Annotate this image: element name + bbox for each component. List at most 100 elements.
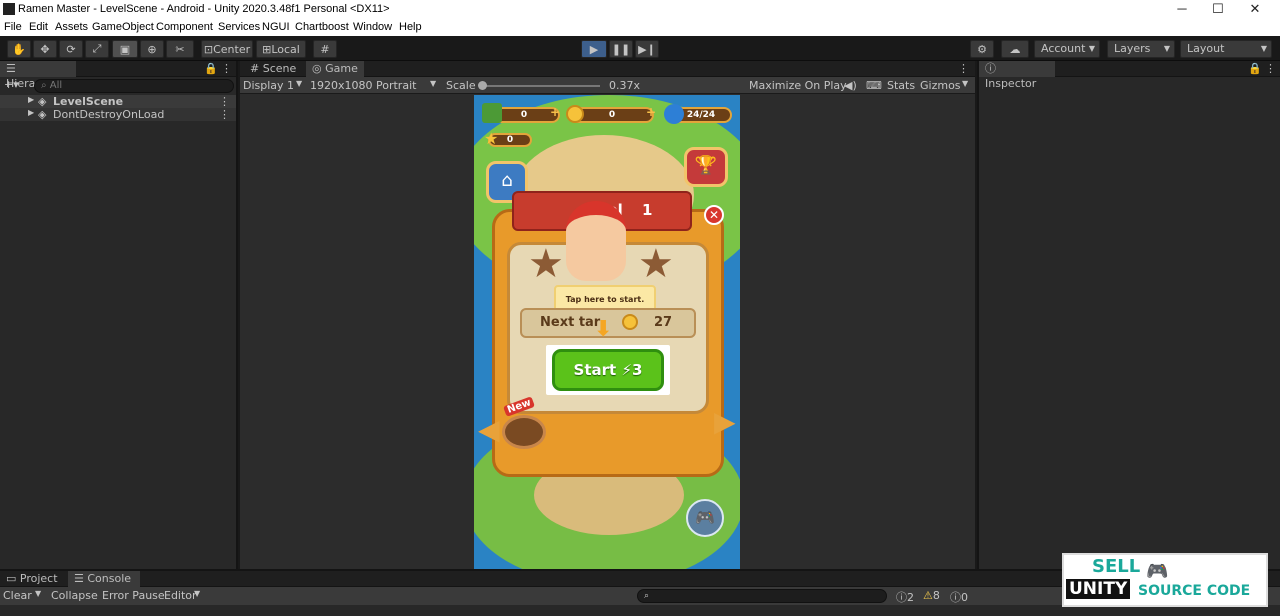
- tab-inspector[interactable]: ⓘ Inspector: [979, 61, 1055, 90]
- energy-value: 24/24: [686, 110, 716, 120]
- cloud-icon[interactable]: ☁: [1001, 40, 1029, 58]
- minimize-icon[interactable]: ─: [1172, 1, 1192, 16]
- hand-tool-icon[interactable]: ✋: [7, 40, 31, 58]
- tab-console[interactable]: ☰ Console: [68, 571, 140, 587]
- menu-component[interactable]: Component: [156, 21, 213, 33]
- arrow-left-icon[interactable]: ◀: [478, 413, 500, 446]
- menu-window[interactable]: Window: [353, 21, 392, 33]
- move-tool-icon[interactable]: ✥: [33, 40, 57, 58]
- pivot-center-button[interactable]: ⊡ Center: [201, 40, 253, 58]
- layout-dropdown[interactable]: Layout ▼: [1180, 40, 1272, 58]
- more-menu-icon[interactable]: ⋮: [219, 95, 230, 108]
- warning-count[interactable]: ⚠8: [923, 589, 940, 602]
- rotate-tool-icon[interactable]: ⟳: [59, 40, 83, 58]
- close-popup-button[interactable]: ✕: [704, 205, 724, 225]
- start-button[interactable]: Start ⚡3: [552, 349, 664, 391]
- mute-audio-icon[interactable]: ◀): [844, 79, 857, 92]
- console-search-input[interactable]: ⌕: [637, 589, 887, 603]
- menu-services[interactable]: Services: [218, 21, 260, 33]
- clear-button[interactable]: Clear: [3, 589, 32, 602]
- grid-snap-icon[interactable]: #: [313, 40, 337, 58]
- tooltip-text: Tap here to start.: [565, 295, 645, 304]
- play-button[interactable]: ▶: [581, 40, 607, 58]
- target-coin-icon: [622, 314, 638, 330]
- layers-dropdown[interactable]: Layers ▼: [1107, 40, 1175, 58]
- error-count[interactable]: ⓘ0: [950, 589, 968, 605]
- maximize-on-play-toggle[interactable]: Maximize On Play: [749, 79, 847, 92]
- window-title: Ramen Master - LevelScene - Android - Un…: [18, 3, 390, 15]
- tab-game[interactable]: ◎ Game: [306, 61, 364, 77]
- tab-scene[interactable]: # Scene: [244, 61, 302, 77]
- hierarchy-item-levelscene[interactable]: ▶ ◈ LevelScene ⋮: [0, 95, 236, 108]
- game-viewport[interactable]: 0 + 0 + 24/24 0 ★ ⌂ 🏆 rel 1 ✕ ★ ★ Tap he…: [474, 95, 740, 569]
- new-dish-icon[interactable]: [502, 415, 546, 449]
- more-menu-icon[interactable]: ⋮: [958, 62, 969, 75]
- display-dropdown[interactable]: Display 1: [243, 79, 294, 92]
- pivot-center-label: Center: [213, 42, 251, 56]
- scale-slider-thumb[interactable]: [478, 81, 487, 90]
- scene-icon: ◈: [38, 95, 47, 108]
- lock-icon[interactable]: 🔒: [204, 62, 218, 75]
- hierarchy-search-input[interactable]: ⌕ All: [34, 79, 234, 93]
- add-icon[interactable]: +▾: [4, 78, 19, 91]
- account-dropdown[interactable]: Account ▼: [1034, 40, 1100, 58]
- more-menu-icon[interactable]: ⋮: [221, 62, 232, 75]
- maximize-icon[interactable]: ☐: [1208, 1, 1228, 17]
- stats-button[interactable]: Stats: [887, 79, 915, 92]
- error-pause-button[interactable]: Error Pause: [102, 589, 165, 602]
- keyboard-icon[interactable]: ⌨: [866, 79, 882, 92]
- chevron-down-icon: ▼: [194, 589, 201, 598]
- step-button[interactable]: ▶❙: [635, 40, 659, 58]
- expand-arrow-icon[interactable]: ▶: [28, 95, 34, 104]
- next-target-label: Next tar: [540, 315, 601, 330]
- gamepad-button[interactable]: 🎮: [686, 499, 724, 537]
- close-icon[interactable]: ✕: [1245, 1, 1265, 17]
- tab-project-label: Project: [19, 572, 58, 585]
- add-coin-icon[interactable]: +: [646, 105, 656, 119]
- unity-logo-icon: [3, 3, 15, 15]
- menu-gameobject[interactable]: GameObject: [92, 21, 154, 33]
- gamepad-icon: ◎: [312, 62, 322, 75]
- warning-icon: ⚠: [923, 589, 933, 602]
- collapse-button[interactable]: Collapse: [51, 589, 98, 602]
- watermark-sell: SELL: [1092, 556, 1141, 577]
- collab-icon[interactable]: ⚙: [970, 40, 994, 58]
- search-icon: ⌕: [644, 591, 650, 601]
- editor-dropdown[interactable]: Editor: [164, 589, 197, 602]
- menu-file[interactable]: File: [4, 21, 22, 33]
- transform-tool-icon[interactable]: ⊕: [140, 40, 164, 58]
- rect-tool-icon[interactable]: ▣: [112, 40, 138, 58]
- hierarchy-item-label: LevelScene: [53, 95, 124, 108]
- info-count[interactable]: ⓘ2: [896, 589, 914, 605]
- more-menu-icon[interactable]: ⋮: [1265, 62, 1276, 75]
- menu-help[interactable]: Help: [399, 21, 422, 33]
- gizmos-button[interactable]: Gizmos: [920, 79, 961, 92]
- gamepad-icon: 🎮: [695, 508, 715, 527]
- scale-tool-icon[interactable]: ⤢: [85, 40, 109, 58]
- close-icon: ✕: [708, 208, 720, 222]
- arrow-right-icon[interactable]: ▶: [714, 405, 736, 438]
- tab-hierarchy[interactable]: ☰ Hierarchy: [0, 61, 76, 90]
- scene-tab-header: # Scene ◎ Game ⋮: [240, 61, 975, 77]
- scale-slider[interactable]: [480, 85, 600, 87]
- error-icon: ⓘ: [950, 591, 961, 604]
- menu-assets[interactable]: Assets: [55, 21, 88, 33]
- tab-project[interactable]: ▭ Project: [0, 571, 64, 587]
- layout-label: Layout: [1187, 42, 1225, 55]
- add-cash-icon[interactable]: +: [550, 105, 560, 119]
- hierarchy-toolbar: +▾ ⌕ All: [0, 77, 236, 95]
- expand-arrow-icon[interactable]: ▶: [28, 108, 34, 117]
- lock-icon[interactable]: 🔒: [1248, 62, 1262, 75]
- custom-tool-icon[interactable]: ✂: [166, 40, 194, 58]
- pause-button[interactable]: ❚❚: [609, 40, 633, 58]
- menu-ngui[interactable]: NGUI: [262, 21, 290, 33]
- menu-edit[interactable]: Edit: [29, 21, 48, 33]
- more-menu-icon[interactable]: ⋮: [219, 108, 230, 121]
- hierarchy-panel: ☰ Hierarchy 🔒 ⋮ +▾ ⌕ All ▶ ◈ LevelScene …: [0, 61, 238, 569]
- resolution-dropdown[interactable]: 1920x1080 Portrait: [310, 79, 416, 92]
- trophy-button[interactable]: 🏆: [684, 147, 728, 187]
- hierarchy-item-dontdestroyonload[interactable]: ▶ ◈ DontDestroyOnLoad ⋮: [0, 108, 236, 121]
- star-icon: ★: [484, 129, 499, 148]
- menu-chartboost[interactable]: Chartboost: [295, 21, 349, 33]
- pivot-local-button[interactable]: ⊞ Local: [256, 40, 306, 58]
